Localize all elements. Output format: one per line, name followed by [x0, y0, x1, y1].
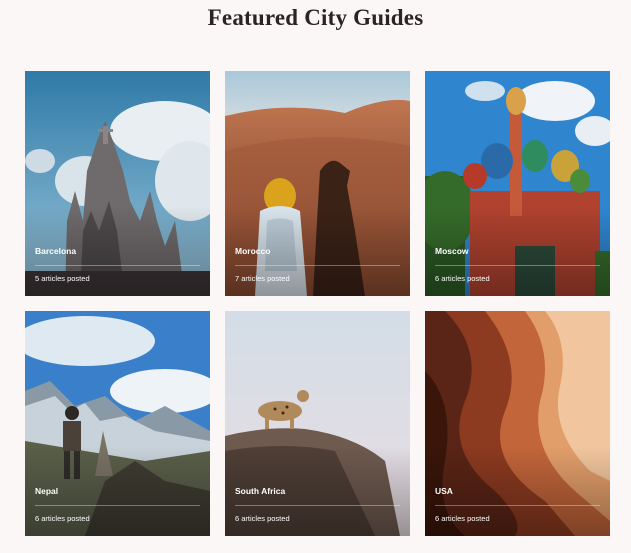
card-article-count: 7 articles posted: [235, 274, 290, 283]
card-title: Nepal: [35, 486, 59, 496]
card-title: South Africa: [235, 486, 286, 496]
card-divider: [235, 505, 400, 506]
card-divider: [435, 505, 600, 506]
card-divider: [35, 505, 200, 506]
card-title: Moscow: [435, 246, 469, 256]
card-divider: [435, 265, 600, 266]
card-divider: [235, 265, 400, 266]
card-article-count: 6 articles posted: [235, 514, 290, 523]
card-title: Barcelona: [35, 246, 77, 256]
card-divider: [35, 265, 200, 266]
city-card-usa[interactable]: USA 6 articles posted: [425, 311, 610, 536]
card-title: USA: [435, 486, 453, 496]
city-card-moscow[interactable]: Moscow 6 articles posted: [425, 71, 610, 296]
card-title: Morocco: [235, 246, 271, 256]
card-article-count: 6 articles posted: [435, 514, 490, 523]
card-article-count: 6 articles posted: [35, 514, 90, 523]
city-card-barcelona[interactable]: Barcelona 5 articles posted: [25, 71, 210, 296]
city-card-morocco[interactable]: Morocco 7 articles posted: [225, 71, 410, 296]
section-title: Featured City Guides: [207, 5, 424, 30]
city-card-south-africa[interactable]: South Africa 6 articles posted: [225, 311, 410, 536]
card-article-count: 5 articles posted: [35, 274, 90, 283]
card-article-count: 6 articles posted: [435, 274, 490, 283]
city-card-nepal[interactable]: Nepal 6 articles posted: [25, 311, 210, 536]
